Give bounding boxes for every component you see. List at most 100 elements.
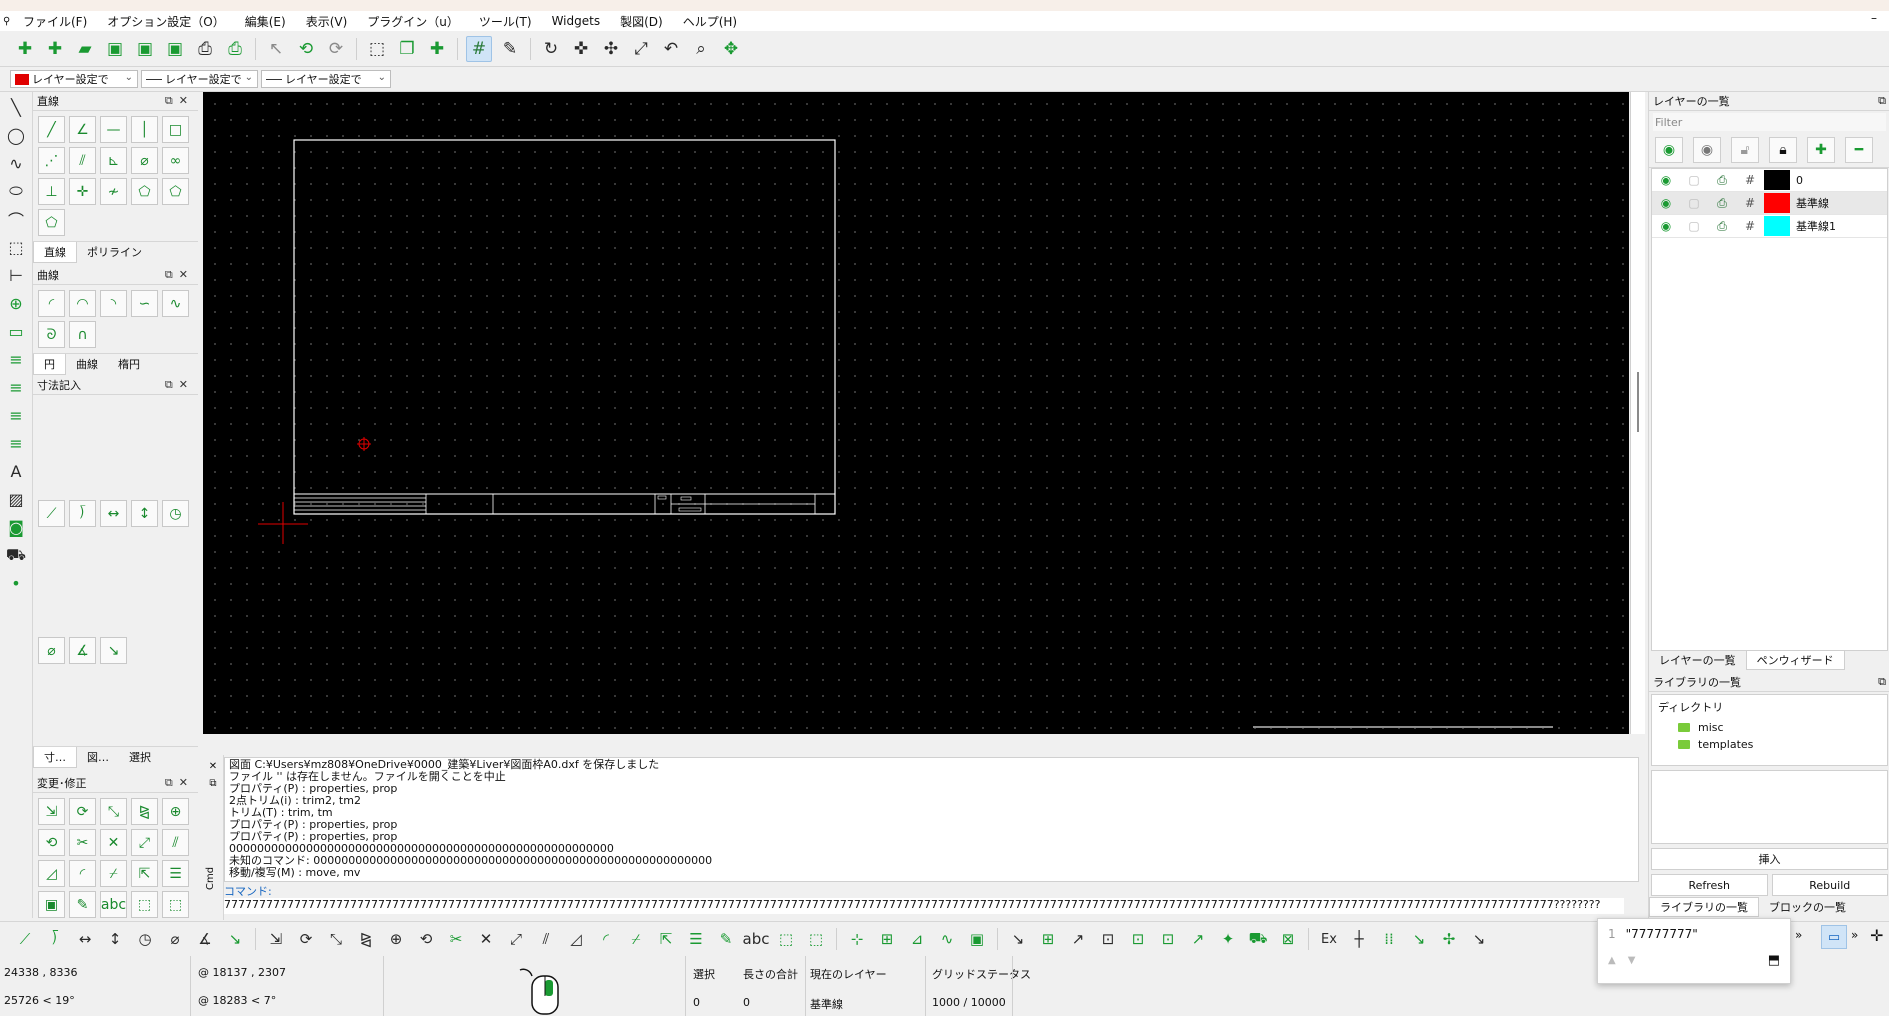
point-icon[interactable]: • [3,570,29,596]
select-all-icon[interactable]: ⬚ [804,927,828,951]
snap-distance-icon[interactable]: ↗ [1186,927,1210,951]
tab-drawing[interactable]: 図… [77,747,119,768]
library-folder[interactable]: templates [1652,736,1887,753]
arrow-down-icon[interactable]: ▼ [1628,955,1636,966]
tab-polyline[interactable]: ポリライン [77,242,152,263]
tab-library-list[interactable]: ライブラリの一覧 [1649,897,1759,917]
freehand-icon[interactable]: ᘐ [38,321,65,348]
dim-vertical-icon[interactable]: ↕ [131,500,158,527]
pen-type-combo[interactable]: レイヤー設定で ⌄ [261,70,391,88]
scroll-thumb[interactable] [1637,372,1639,432]
rectangle-icon[interactable]: □ [162,116,189,143]
relative-zero-icon[interactable]: ⊡ [1126,927,1150,951]
info-category-icon[interactable]: ▭ [3,318,29,344]
close-icon[interactable]: ✕ [203,761,223,772]
dim-aligned-icon[interactable]: ⟋ [13,927,37,951]
dim-leader-icon[interactable]: ↘ [223,927,247,951]
snap-grid-dots-icon[interactable]: ⁞⁞ [1377,927,1401,951]
line-vertical-icon[interactable]: │ [131,116,158,143]
scale-icon[interactable]: ⤡ [324,927,348,951]
line-horizontal-icon[interactable]: — [100,116,127,143]
snap-entity-icon[interactable]: ∿ [935,927,959,951]
dim-angular-icon[interactable]: ∡ [193,927,217,951]
order-category-icon[interactable]: ≡ [3,346,29,372]
block-icon[interactable]: ⛟ [3,542,29,568]
show-all-layers-icon[interactable]: ◉ [1655,137,1683,163]
save-all-icon[interactable]: ▣ [163,37,187,61]
layer-row[interactable]: ◉ ▢ ⎙ # 基準線 [1652,192,1887,215]
layer-row[interactable]: ◉ ▢ ⎙ # 基準線1 [1652,215,1887,238]
minimize-button[interactable]: – [1871,11,1877,25]
search-icon[interactable]: ⚲ [0,16,13,27]
restrict-vertical-icon[interactable]: ⊡ [1096,927,1120,951]
menu-file[interactable]: ファイル(F) [13,13,97,30]
dim-linear-icon[interactable]: ⟌ [43,927,67,951]
dim-radial-icon[interactable]: ◷ [133,927,157,951]
line-tangent2-icon[interactable]: ∞ [162,147,189,174]
draft-mode-icon[interactable]: ✎ [498,37,522,61]
pin-icon[interactable]: ⬒ [1768,953,1780,968]
print-icon[interactable]: ⎙ [1708,173,1736,188]
zoom-out-icon[interactable]: ✣ [599,37,623,61]
explode-text-icon[interactable]: abc [743,927,770,951]
order-down-icon[interactable]: ≡ [3,402,29,428]
lengthen-icon[interactable]: ⤢ [504,927,528,951]
tab-pen-wizard[interactable]: ペンウィザード [1745,650,1845,670]
visible-eye-icon[interactable]: ◉ [1652,196,1680,210]
dock-float-icon[interactable]: ⧉ [1878,675,1886,689]
construction-icon[interactable]: # [1736,173,1764,187]
line-relative-angle-icon[interactable]: ⊾ [100,147,127,174]
tab-ellipse[interactable]: 楕円 [108,354,150,375]
cut-icon[interactable]: ⌿ [100,860,127,887]
arc-3points-icon[interactable]: ◠ [69,290,96,317]
trim2-icon[interactable]: ✕ [100,829,127,856]
menu-plugins[interactable]: プラグイン（u） [357,13,469,30]
dock-controls[interactable]: ⧉✕ [165,776,194,790]
mirror-icon[interactable]: ⧎ [354,927,378,951]
dock-controls[interactable]: ⧉✕ [165,378,194,392]
dock-float-icon[interactable]: ⧉ [203,778,223,789]
move-icon[interactable]: ⇲ [264,927,288,951]
library-folder[interactable]: misc [1652,719,1887,736]
line-angle-icon[interactable]: ∠ [69,116,96,143]
delete-icon[interactable]: ✎ [714,927,738,951]
menu-options[interactable]: オプション設定（O） [97,13,234,30]
round-icon[interactable]: ◜ [69,860,96,887]
print-icon[interactable]: ⎙ [193,37,217,61]
trim-icon[interactable]: ✂ [69,829,96,856]
zoom-auto-icon[interactable]: ⤢ [629,37,653,61]
line-tangent-icon[interactable]: ⌀ [131,147,158,174]
menu-tools[interactable]: ツール(T) [469,13,542,30]
dim-angular-icon[interactable]: ∡ [69,637,96,664]
snap-center-icon[interactable]: ▣ [965,927,989,951]
unlock-all-icon[interactable]: 🔓︎ [1731,137,1759,163]
dock-controls[interactable]: ⧉✕ [165,94,194,108]
lock-relative-zero-icon[interactable]: ⊡ [1156,927,1180,951]
dim-diametric-icon[interactable]: ⌀ [163,927,187,951]
toolbar-overflow-icon[interactable]: » [1795,928,1802,942]
polyline-category-icon[interactable]: ⌒ [3,206,29,232]
spline-points-icon[interactable]: ∿ [162,290,189,317]
rotate2-icon[interactable]: ⟲ [414,927,438,951]
dim-vertical-icon[interactable]: ↕ [103,927,127,951]
explode-icon[interactable]: ⬚ [131,891,158,918]
rebuild-button[interactable]: Rebuild [1771,874,1888,896]
copy-icon[interactable]: ❐ [395,37,419,61]
offset-icon[interactable]: ⫽ [162,829,189,856]
grid-icon[interactable]: # [466,36,492,62]
polygon-2-icon[interactable]: ⬠ [38,209,65,236]
refresh-button[interactable]: Refresh [1651,874,1768,896]
snap-middle-icon[interactable]: ✦ [1216,927,1240,951]
scale-icon[interactable]: ⤡ [100,798,127,825]
circle-category-icon[interactable]: ◯ [3,122,29,148]
redo-icon[interactable]: ⟳ [324,37,348,61]
zoom-previous-icon[interactable]: ↶ [659,37,683,61]
drawing-canvas[interactable] [203,92,1629,734]
snap-onentity-icon[interactable]: ✢ [1437,927,1461,951]
dock-controls[interactable]: ⧉✕ [165,268,194,282]
tab-dimension[interactable]: 寸… [33,747,77,768]
trim-icon[interactable]: ✂ [444,927,468,951]
move-rotate-icon[interactable]: ⊕ [384,927,408,951]
visible-eye-icon[interactable]: ◉ [1652,219,1680,233]
image-icon[interactable]: ◙ [3,514,29,540]
